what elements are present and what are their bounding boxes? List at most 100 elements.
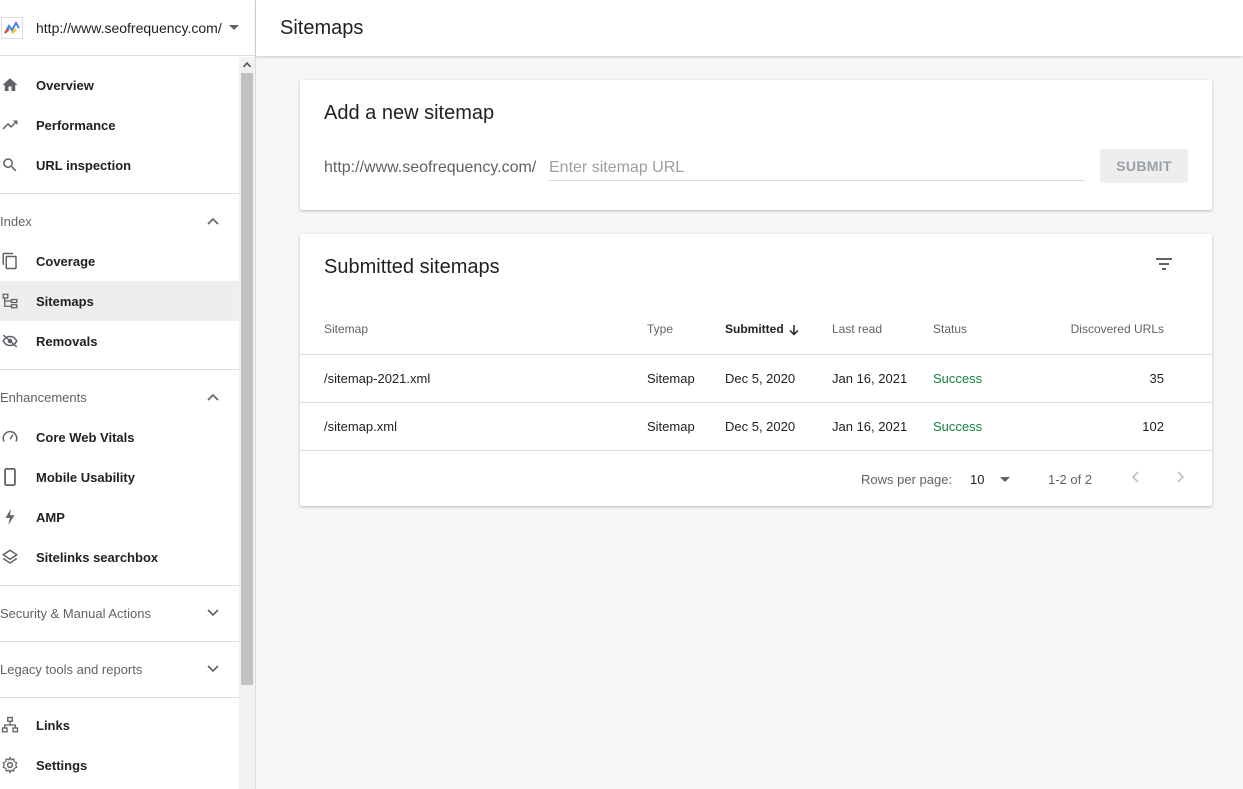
section-label: Enhancements: [0, 389, 87, 405]
nav-item-label: Coverage: [36, 253, 96, 269]
trending-up-icon: [0, 115, 20, 135]
nav-item-removals[interactable]: Removals: [0, 321, 239, 361]
chevron-up-icon: [207, 393, 219, 401]
cell-discovered-urls: 102: [1031, 402, 1212, 451]
property-url: http://www.seofrequency.com/: [36, 19, 222, 36]
nav-item-label: Removals: [36, 333, 98, 349]
table-header-row: Sitemap Type Submitted Last read Status …: [300, 304, 1212, 355]
nav-item-label: Overview: [36, 77, 94, 93]
property-selector[interactable]: http://www.seofrequency.com/: [0, 0, 255, 56]
nav-item-performance[interactable]: Performance: [0, 105, 239, 145]
bolt-icon: [0, 507, 20, 527]
layers-icon: [0, 547, 20, 567]
nav-item-core-web-vitals[interactable]: Core Web Vitals: [0, 417, 239, 457]
divider: [0, 369, 239, 370]
nav-item-label: AMP: [36, 509, 65, 525]
sitemap-url-prefix: http://www.seofrequency.com/: [324, 159, 537, 176]
chevron-down-icon[interactable]: [1000, 477, 1010, 482]
page-title: Sitemaps: [280, 16, 364, 39]
nav-item-links[interactable]: Links: [0, 705, 239, 745]
nav-item-label: Mobile Usability: [36, 469, 135, 485]
column-header-last-read[interactable]: Last read: [832, 304, 933, 355]
filter-icon[interactable]: [1154, 254, 1174, 274]
section-label: Legacy tools and reports: [0, 661, 143, 677]
cell-discovered-urls: 35: [1031, 354, 1212, 403]
sitemaps-table: Sitemap Type Submitted Last read Status …: [300, 304, 1212, 451]
nav-item-label: Links: [36, 717, 70, 733]
section-label: Index: [0, 213, 32, 229]
rows-per-page-select[interactable]: 10: [970, 472, 984, 487]
nav-item-overview[interactable]: Overview: [0, 65, 239, 105]
submit-button[interactable]: SUBMIT: [1100, 149, 1188, 183]
search-console-logo-icon: [1, 16, 23, 39]
chevron-up-icon: [207, 217, 219, 225]
sidebar-scrollbar[interactable]: [239, 57, 255, 789]
chevron-down-icon: [207, 609, 219, 617]
arrow-down-icon: [789, 324, 799, 336]
nav-item-url-inspection[interactable]: URL inspection: [0, 145, 239, 185]
column-header-type[interactable]: Type: [647, 304, 725, 355]
nav-item-mobile-usability[interactable]: Mobile Usability: [0, 457, 239, 497]
nav-item-amp[interactable]: AMP: [0, 497, 239, 537]
links-icon: [0, 715, 20, 735]
cell-status: Success: [933, 354, 1031, 403]
divider: [0, 193, 239, 194]
cell-sitemap: /sitemap-2021.xml: [300, 354, 647, 403]
cell-sitemap: /sitemap.xml: [300, 402, 647, 451]
column-header-submitted[interactable]: Submitted: [725, 304, 832, 355]
submitted-sitemaps-title: Submitted sitemaps: [324, 256, 500, 278]
sidebar: http://www.seofrequency.com/ Overview Pe…: [0, 0, 256, 789]
cell-submitted: Dec 5, 2020: [725, 402, 832, 451]
page-header: Sitemaps: [256, 0, 1243, 56]
column-header-label: Submitted: [725, 321, 784, 336]
speedometer-icon: [0, 427, 20, 447]
chevron-down-icon[interactable]: [229, 25, 239, 30]
nav-item-label: Performance: [36, 117, 116, 133]
nav-item-sitemaps[interactable]: Sitemaps: [0, 281, 239, 321]
phone-icon: [0, 467, 20, 487]
eye-off-icon: [0, 331, 20, 351]
nav-item-label: Settings: [36, 757, 88, 773]
gear-icon: [0, 755, 20, 775]
rows-per-page-label: Rows per page:: [861, 472, 953, 487]
section-legacy-tools[interactable]: Legacy tools and reports: [0, 649, 239, 689]
nav-item-label: Sitemaps: [36, 293, 94, 309]
column-header-sitemap[interactable]: Sitemap: [300, 304, 647, 355]
pagination-range: 1-2 of 2: [1048, 472, 1093, 487]
nav-item-sitelinks-searchbox[interactable]: Sitelinks searchbox: [0, 537, 239, 577]
table-row[interactable]: /sitemap-2021.xml Sitemap Dec 5, 2020 Ja…: [300, 354, 1212, 403]
divider: [0, 641, 239, 642]
nav-item-coverage[interactable]: Coverage: [0, 241, 239, 281]
nav-item-label: URL inspection: [36, 157, 132, 173]
cell-type: Sitemap: [647, 354, 725, 403]
pagination: Rows per page: 10 1-2 of 2: [300, 452, 1212, 506]
scrollbar-thumb[interactable]: [241, 73, 253, 685]
nav-menu: Overview Performance URL inspection Inde…: [0, 57, 239, 789]
cell-last-read: Jan 16, 2021: [832, 402, 933, 451]
nav-item-settings[interactable]: Settings: [0, 745, 239, 785]
section-label: Security & Manual Actions: [0, 605, 152, 621]
divider: [0, 697, 239, 698]
home-icon: [0, 75, 20, 95]
nav-item-label: Core Web Vitals: [36, 429, 135, 445]
column-header-status[interactable]: Status: [933, 304, 1031, 355]
chevron-left-icon[interactable]: [1128, 469, 1144, 485]
submitted-sitemaps-card: Submitted sitemaps Sitemap Type Submitte…: [300, 234, 1212, 506]
cell-submitted: Dec 5, 2020: [725, 354, 832, 403]
column-header-discovered-urls[interactable]: Discovered URLs: [1031, 304, 1212, 355]
table-row[interactable]: /sitemap.xml Sitemap Dec 5, 2020 Jan 16,…: [300, 402, 1212, 451]
sitemap-url-input[interactable]: [549, 155, 1085, 181]
copy-icon: [0, 251, 20, 271]
nav-item-label: Sitelinks searchbox: [36, 549, 159, 565]
sitemap-icon: [0, 291, 20, 311]
search-icon: [0, 155, 20, 175]
divider: [0, 585, 239, 586]
chevron-right-icon[interactable]: [1172, 469, 1188, 485]
cell-status: Success: [933, 402, 1031, 451]
section-security-manual-actions[interactable]: Security & Manual Actions: [0, 593, 239, 633]
section-index[interactable]: Index: [0, 201, 239, 241]
cell-last-read: Jan 16, 2021: [832, 354, 933, 403]
scroll-up-arrow-icon[interactable]: [243, 61, 251, 69]
chevron-down-icon: [207, 665, 219, 673]
section-enhancements[interactable]: Enhancements: [0, 377, 239, 417]
